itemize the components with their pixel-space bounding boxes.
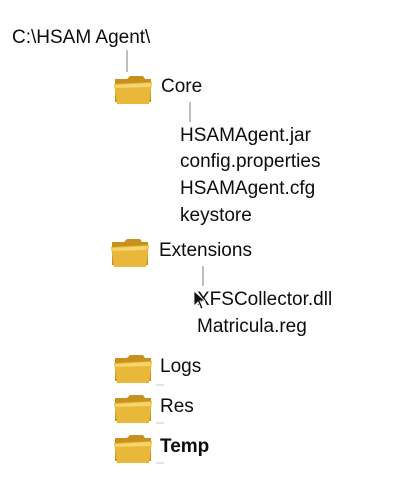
file-label: config.properties [180,151,321,172]
folder-label-core: Core [161,76,203,97]
file-label: HSAMAgent.cfg [180,178,316,199]
folder-icon [114,395,152,423]
folder-icon [114,76,152,104]
folder-icon [111,239,149,267]
file-label: XFSCollector.dll [197,289,333,310]
folder-label-temp: Temp [160,436,210,457]
mouse-cursor-icon [193,290,207,310]
folder-icon [114,435,152,463]
file-label: Matricula.reg [197,316,307,337]
root-path-label: C:\HSAM Agent\ [12,27,151,48]
folder-icon [114,355,152,383]
folder-label-extensions: Extensions [159,240,252,261]
folder-label-logs: Logs [160,356,202,377]
file-label: keystore [180,205,252,226]
file-label: HSAMAgent.jar [180,125,311,146]
folder-label-res: Res [160,396,194,417]
